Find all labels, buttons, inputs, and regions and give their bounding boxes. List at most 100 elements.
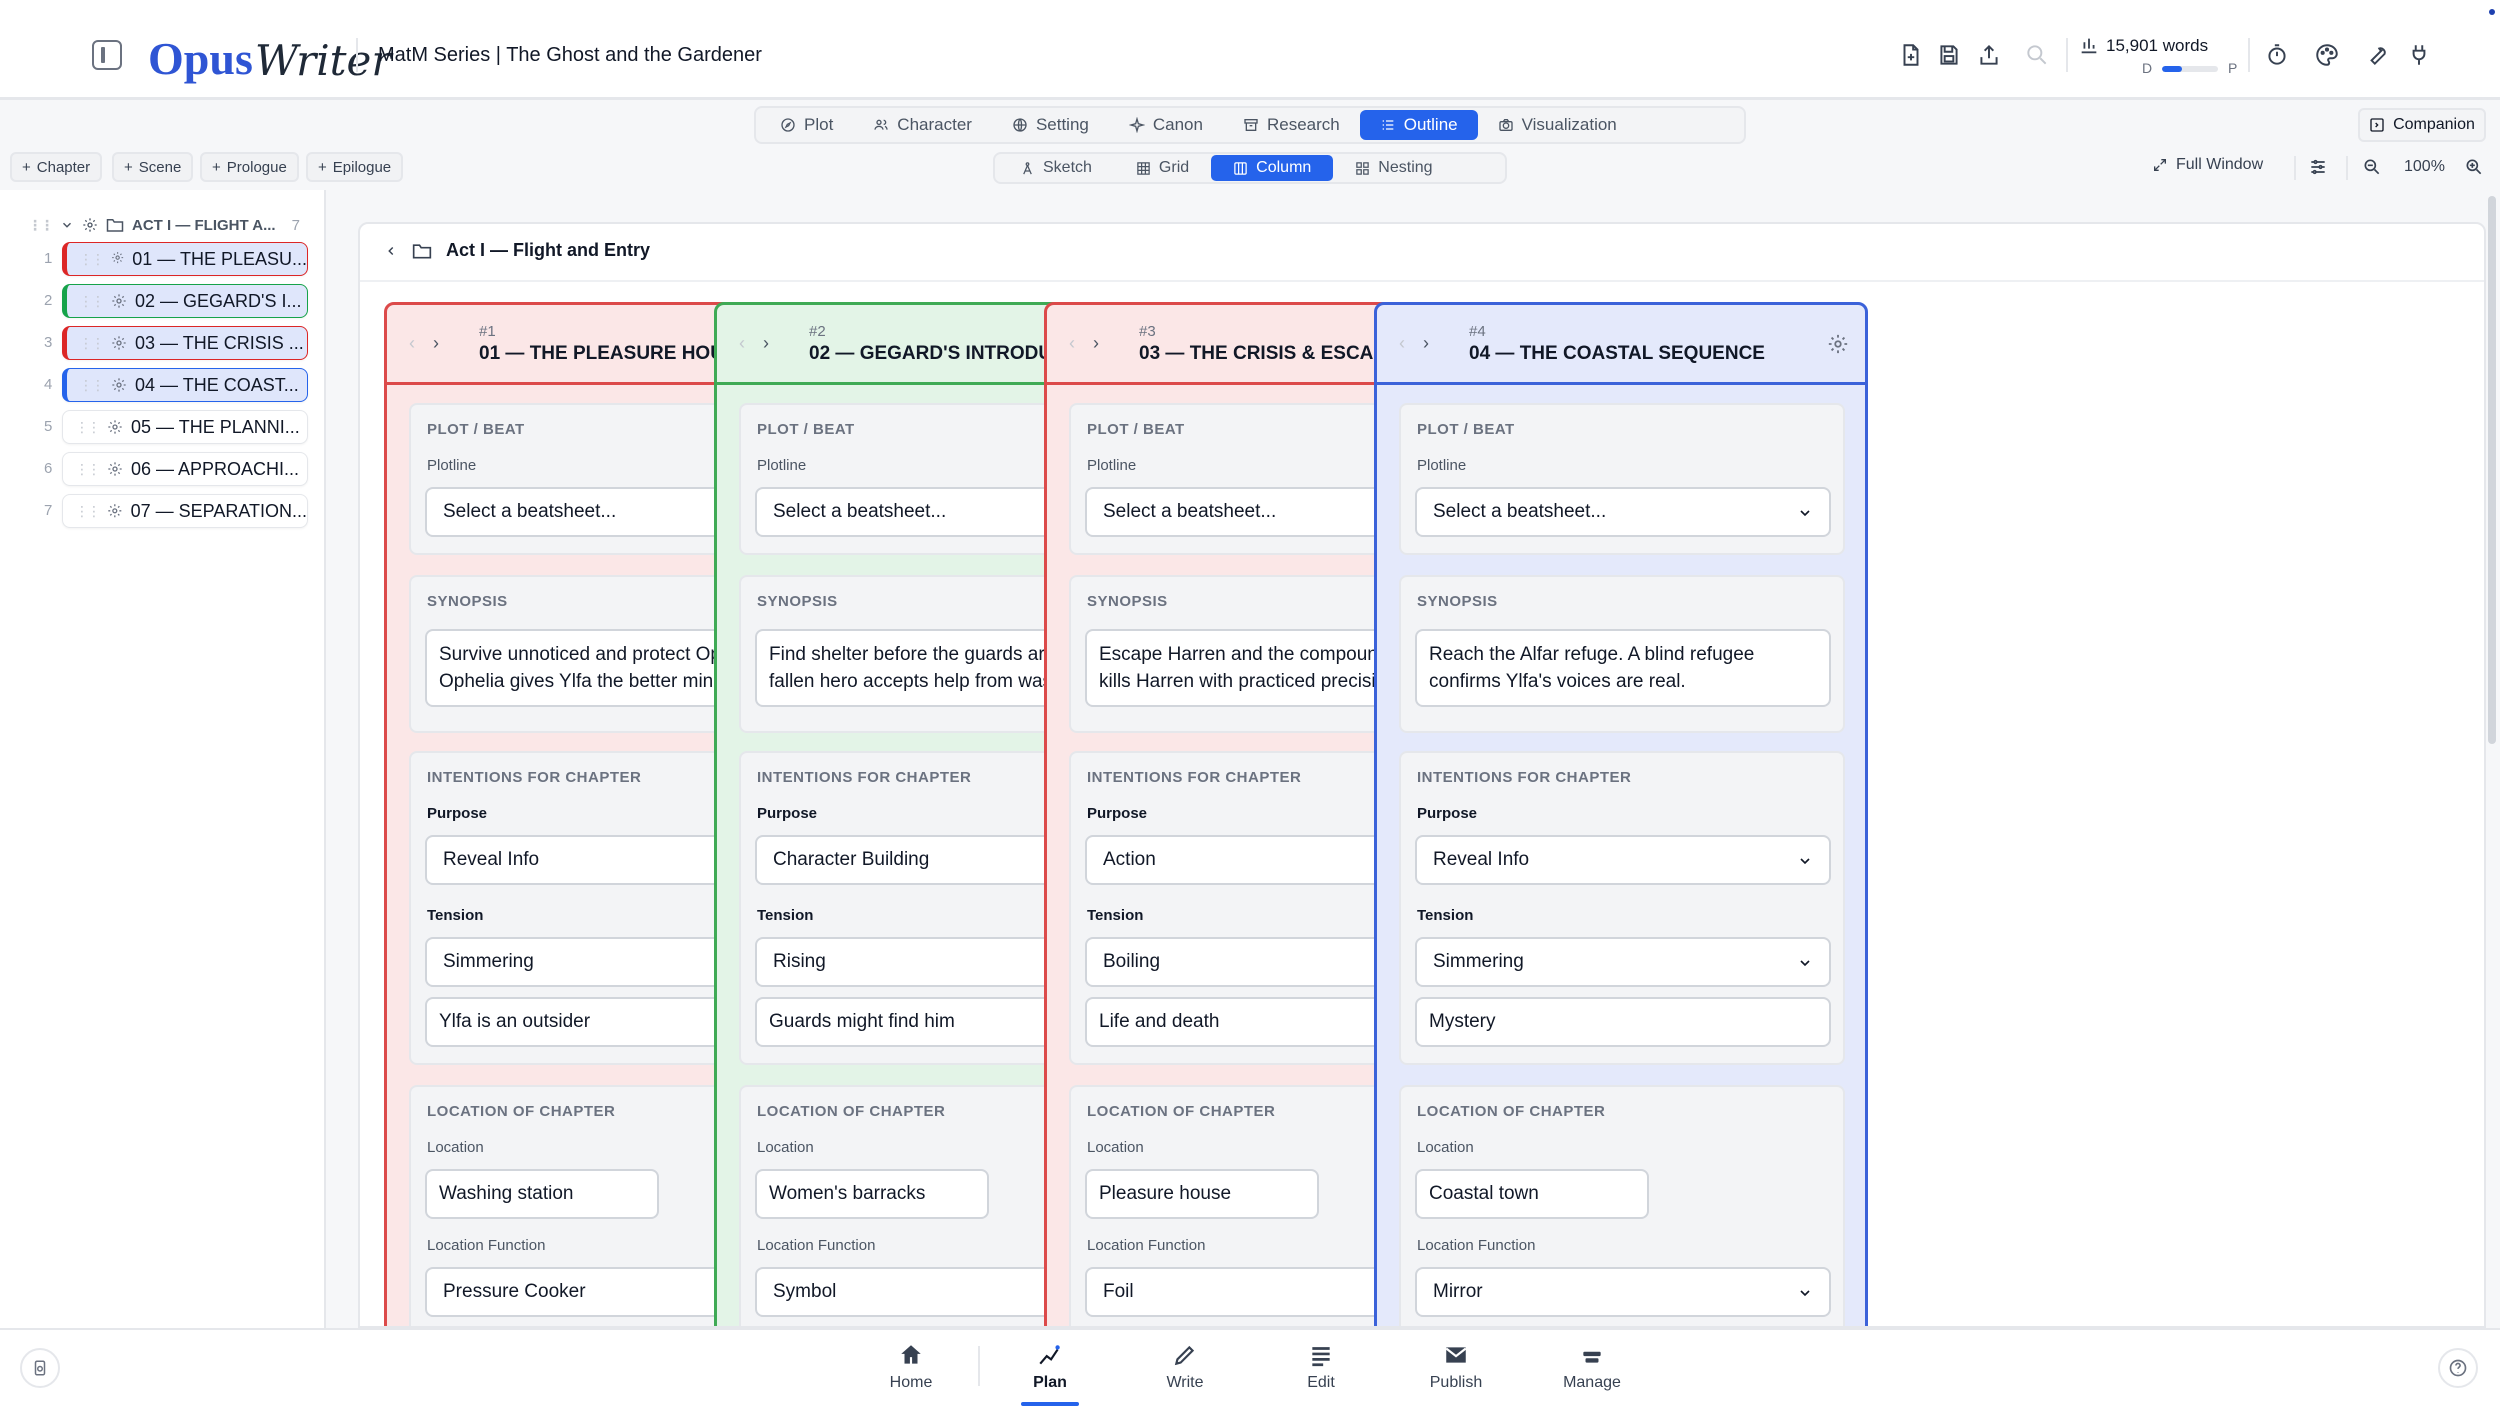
gear-icon[interactable] — [111, 293, 127, 309]
tree-act-header[interactable]: ⋮⋮ ACT I — FLIGHT A... 7 — [28, 212, 318, 238]
nav-home[interactable]: Home — [866, 1342, 956, 1402]
gear-icon[interactable] — [111, 251, 124, 267]
tree-item-number: 4 — [44, 376, 53, 393]
chevron-right-icon[interactable]: › — [1423, 333, 1429, 354]
tree-item-chapter[interactable]: ⋮⋮ 06 — APPROACHI... — [62, 452, 308, 486]
chevron-down-icon[interactable] — [60, 218, 74, 232]
tree-item-chapter[interactable]: ⋮⋮ 05 — THE PLANNI... — [62, 410, 308, 444]
gear-icon[interactable] — [107, 503, 123, 519]
location-input[interactable]: Coastal town — [1415, 1169, 1649, 1219]
view-column[interactable]: Column — [1211, 155, 1334, 181]
chevron-right-icon[interactable]: › — [1093, 333, 1099, 354]
drag-handle-icon[interactable]: ⋮⋮ — [79, 251, 105, 268]
nav-edit[interactable]: Edit — [1276, 1342, 1366, 1402]
device-icon[interactable] — [20, 1348, 60, 1388]
chevron-left-icon[interactable]: ‹ — [1399, 333, 1405, 354]
gear-icon[interactable] — [111, 335, 127, 351]
chapter-title: 03 — THE CRISIS & ESCAPE — [1139, 343, 1399, 364]
tree-item-chapter[interactable]: ⋮⋮ 02 — GEGARD'S I... — [62, 284, 308, 318]
field-label: Location — [1417, 1139, 1474, 1156]
tree-item-chapter[interactable]: ⋮⋮ 03 — THE CRISIS ... — [62, 326, 308, 360]
save-icon[interactable] — [1936, 42, 1962, 68]
zoom-out-icon[interactable] — [2362, 157, 2382, 177]
gear-icon[interactable] — [111, 377, 127, 393]
help-icon[interactable] — [2438, 1348, 2478, 1388]
full-window-button[interactable]: Full Window — [2152, 156, 2263, 174]
add-epilogue-button[interactable]: + Epilogue — [306, 152, 404, 182]
gear-icon[interactable] — [1827, 333, 1849, 355]
drag-handle-icon[interactable]: ⋮⋮ — [75, 419, 101, 436]
tab-setting[interactable]: Setting — [992, 110, 1109, 140]
view-grid[interactable]: Grid — [1114, 155, 1211, 181]
sliders-icon[interactable] — [2308, 157, 2328, 177]
tree-item-chapter[interactable]: ⋮⋮ 01 — THE PLEASU... — [62, 242, 308, 276]
wrench-icon[interactable] — [2364, 42, 2390, 68]
tab-plot[interactable]: Plot — [760, 110, 853, 140]
intentions-card: INTENTIONS FOR CHAPTER Purpose Reveal Info… — [1399, 751, 1845, 1065]
field-label: Purpose — [1417, 805, 1478, 822]
drag-handle-icon[interactable]: ⋮⋮ — [79, 335, 105, 352]
chevron-left-icon[interactable]: ‹ — [409, 333, 415, 354]
zoom-in-icon[interactable] — [2464, 157, 2484, 177]
progress-start-label: D — [2142, 60, 2153, 76]
location-input[interactable]: Pleasure house — [1085, 1169, 1319, 1219]
nav-plan[interactable]: Plan — [1005, 1342, 1095, 1406]
synopsis-textarea[interactable]: Reach the Alfar refuge. A blind refugee … — [1415, 629, 1831, 707]
location-input[interactable]: Women's barracks — [755, 1169, 989, 1219]
bar-chart-icon — [2078, 34, 2100, 56]
export-icon[interactable] — [1976, 42, 2002, 68]
field-label: Purpose — [1087, 805, 1148, 822]
word-count-widget[interactable]: 15,901 words D P — [2078, 34, 2258, 82]
timer-icon[interactable] — [2264, 42, 2290, 68]
nav-manage[interactable]: Manage — [1547, 1342, 1637, 1402]
chevron-left-icon[interactable] — [384, 244, 398, 258]
drag-handle-icon[interactable]: ⋮⋮ — [28, 217, 54, 234]
add-chapter-button[interactable]: + Chapter — [10, 152, 103, 182]
view-switcher: Sketch Grid Column Nesting — [993, 152, 1507, 184]
field-label: Plotline — [427, 457, 477, 474]
chevron-right-icon[interactable]: › — [763, 333, 769, 354]
view-sketch[interactable]: Sketch — [998, 155, 1114, 181]
drag-handle-icon[interactable]: ⋮⋮ — [79, 377, 105, 394]
chevron-right-icon[interactable]: › — [433, 333, 439, 354]
chapter-number: #4 — [1469, 323, 1486, 340]
companion-button[interactable]: Companion — [2358, 108, 2486, 142]
add-scene-button[interactable]: + Scene — [112, 152, 194, 182]
chevron-left-icon[interactable]: ‹ — [1069, 333, 1075, 354]
palette-icon[interactable] — [2314, 42, 2340, 68]
tension-select[interactable]: Simmering — [1415, 937, 1831, 987]
chevron-left-icon[interactable]: ‹ — [739, 333, 745, 354]
nav-write[interactable]: Write — [1140, 1342, 1230, 1402]
gear-icon[interactable] — [107, 419, 123, 435]
tab-character[interactable]: Character — [853, 110, 992, 140]
tab-visualization[interactable]: Visualization — [1478, 110, 1637, 140]
add-prologue-button[interactable]: + Prologue — [200, 152, 299, 182]
nav-publish[interactable]: Publish — [1411, 1342, 1501, 1402]
plotline-select[interactable]: Select a beatsheet... — [1415, 487, 1831, 537]
tree-item-chapter[interactable]: ⋮⋮ 04 — THE COAST... — [62, 368, 308, 402]
tree-item-chapter[interactable]: ⋮⋮ 07 — SEPARATION... — [62, 494, 308, 528]
location-function-select[interactable]: Mirror — [1415, 1267, 1831, 1317]
drag-handle-icon[interactable]: ⋮⋮ — [75, 503, 101, 520]
tab-canon[interactable]: Canon — [1109, 110, 1223, 140]
gear-icon[interactable] — [107, 461, 123, 477]
drag-handle-icon[interactable]: ⋮⋮ — [75, 461, 101, 478]
sidebar-toggle-icon[interactable] — [92, 40, 122, 70]
tab-outline[interactable]: Outline — [1359, 110, 1478, 140]
view-nesting[interactable]: Nesting — [1333, 155, 1454, 181]
tab-research[interactable]: Research — [1223, 110, 1360, 140]
drag-handle-icon[interactable]: ⋮⋮ — [79, 293, 105, 310]
divider — [360, 280, 2484, 282]
plug-icon[interactable] — [2406, 42, 2432, 68]
nesting-icon — [1356, 161, 1370, 175]
new-document-icon[interactable] — [1898, 42, 1924, 68]
scrollbar[interactable] — [2488, 196, 2496, 744]
search-icon[interactable] — [2024, 42, 2050, 68]
edit-icon — [1308, 1342, 1334, 1368]
tree-item-label: 03 — THE CRISIS ... — [135, 332, 304, 353]
location-input[interactable]: Washing station — [425, 1169, 659, 1219]
purpose-select[interactable]: Reveal Info — [1415, 835, 1831, 885]
gear-icon[interactable] — [82, 217, 98, 233]
field-label: Location Function — [1417, 1237, 1536, 1254]
tension-note-input[interactable]: Mystery — [1415, 997, 1831, 1047]
